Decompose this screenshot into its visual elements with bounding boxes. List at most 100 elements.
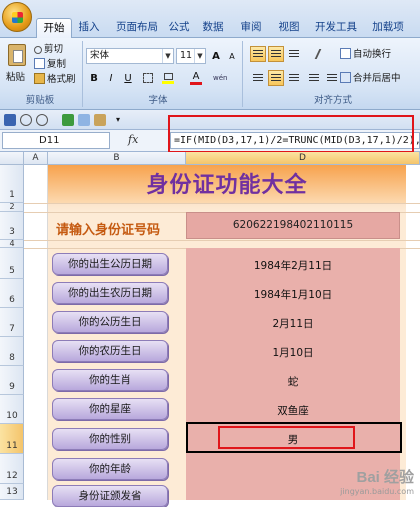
phonetic-button[interactable]: wén <box>212 70 228 86</box>
row-header[interactable]: 13 <box>0 484 24 500</box>
label-age[interactable]: 你的年龄 <box>52 458 168 480</box>
border-icon <box>143 73 153 83</box>
cut-label: 剪切 <box>44 44 64 55</box>
align-center-button[interactable] <box>268 70 284 86</box>
paste-button[interactable]: 粘贴 <box>4 42 30 94</box>
shrink-font-button[interactable]: A <box>224 48 240 64</box>
undo-icon[interactable] <box>20 114 32 126</box>
clipboard-group-label: 剪贴板 <box>25 95 55 106</box>
value-lunar-birthday[interactable]: 1月10日 <box>186 345 400 360</box>
cut-button[interactable]: 剪切 <box>34 42 63 57</box>
align-middle-button[interactable] <box>268 46 284 62</box>
row-header[interactable]: 11 <box>0 424 24 454</box>
font-size-value: 11 <box>180 50 193 61</box>
align-right-icon <box>289 74 299 83</box>
font-name-value: 宋体 <box>90 50 110 61</box>
tab-developer[interactable]: 开发工具 <box>310 18 362 38</box>
align-bottom-button[interactable] <box>286 46 302 62</box>
align-top-button[interactable] <box>250 46 266 62</box>
ribbon: 粘贴 剪切 复制 格式刷 剪贴板 宋体 ▼ 11 ▼ A A B I U A w… <box>0 38 420 110</box>
select-all-corner[interactable] <box>0 152 24 165</box>
label-solar-birth-date[interactable]: 你的出生公历日期 <box>52 253 168 275</box>
row-header[interactable]: 4 <box>0 239 24 248</box>
tab-data[interactable]: 数据 <box>200 18 226 38</box>
orientation-button[interactable] <box>306 46 322 62</box>
column-header-d[interactable]: D <box>186 152 420 165</box>
align-middle-icon <box>271 50 281 59</box>
group-divider <box>242 41 243 107</box>
italic-button[interactable]: I <box>103 70 119 86</box>
row-header[interactable]: 5 <box>0 248 24 279</box>
tab-review[interactable]: 审阅 <box>238 18 264 38</box>
alignment-group-label: 对齐方式 <box>313 95 352 106</box>
font-size-select[interactable]: 11 ▼ <box>176 48 206 64</box>
value-solar-birth-date[interactable]: 1984年2月11日 <box>186 258 400 273</box>
value-star-sign[interactable]: 双鱼座 <box>186 403 400 418</box>
row-header[interactable]: 10 <box>0 395 24 424</box>
row-header[interactable]: 12 <box>0 454 24 484</box>
name-box[interactable]: D11 <box>2 132 110 149</box>
row-header[interactable]: 6 <box>0 279 24 308</box>
table-icon[interactable] <box>78 114 90 126</box>
grow-font-button[interactable]: A <box>208 48 224 64</box>
column-header-b[interactable]: B <box>48 152 186 165</box>
format-painter-button[interactable]: 格式刷 <box>34 72 76 87</box>
tab-page-layout[interactable]: 页面布局 <box>110 18 164 38</box>
column-header-a[interactable]: A <box>24 152 48 165</box>
wrap-text-button[interactable]: 自动换行 <box>340 47 391 62</box>
label-star-sign[interactable]: 你的星座 <box>52 398 168 420</box>
watermark: Bai 经验 jingyan.baidu.com <box>340 466 414 496</box>
paste-icon[interactable] <box>94 114 106 126</box>
office-button[interactable] <box>2 2 32 32</box>
underline-button[interactable]: U <box>120 70 136 86</box>
redo-icon[interactable] <box>36 114 48 126</box>
label-lunar-birthday[interactable]: 你的农历生日 <box>52 340 168 362</box>
fill-color-button[interactable] <box>160 70 176 86</box>
value-lunar-birth-date[interactable]: 1984年1月10日 <box>186 287 400 302</box>
insert-function-icon[interactable]: fx <box>128 133 138 146</box>
decrease-indent-button[interactable] <box>306 70 322 86</box>
label-gender[interactable]: 你的性别 <box>52 428 168 450</box>
row-header[interactable]: 7 <box>0 308 24 337</box>
tab-home[interactable]: 开始 <box>36 18 72 39</box>
label-issuing-province[interactable]: 身份证颁发省 <box>52 485 168 507</box>
formula-highlight-box <box>168 115 414 153</box>
align-left-icon <box>253 74 263 83</box>
label-zodiac-animal[interactable]: 你的生肖 <box>52 369 168 391</box>
excel-icon[interactable] <box>62 114 74 126</box>
text-angle-icon <box>306 49 322 59</box>
merge-center-button[interactable]: 合并后居中 <box>340 71 401 86</box>
tab-formulas[interactable]: 公式 <box>166 18 192 38</box>
brush-icon <box>34 73 45 84</box>
merge-center-label: 合并后居中 <box>353 73 401 84</box>
tab-addins[interactable]: 加载项 <box>368 18 408 38</box>
value-solar-birthday[interactable]: 2月11日 <box>186 316 400 331</box>
bold-button[interactable]: B <box>86 70 102 86</box>
gender-highlight-box <box>218 426 355 449</box>
column-a-cells[interactable] <box>24 165 48 500</box>
row-header[interactable]: 8 <box>0 337 24 366</box>
label-lunar-birth-date[interactable]: 你的出生农历日期 <box>52 282 168 304</box>
save-icon[interactable] <box>4 114 16 126</box>
row-header[interactable]: 9 <box>0 366 24 395</box>
label-solar-birthday[interactable]: 你的公历生日 <box>52 311 168 333</box>
value-zodiac-animal[interactable]: 蛇 <box>186 374 400 389</box>
align-left-button[interactable] <box>250 70 266 86</box>
row-header[interactable]: 2 <box>0 202 24 212</box>
id-prompt-label: 请输入身份证号码 <box>56 223 161 238</box>
border-button[interactable] <box>140 70 156 86</box>
gridline <box>24 203 420 204</box>
row-header[interactable]: 3 <box>0 212 24 240</box>
font-color-button[interactable]: A <box>188 70 204 86</box>
font-name-select[interactable]: 宋体 ▼ <box>86 48 174 64</box>
row-header[interactable]: 1 <box>0 165 24 203</box>
increase-indent-button[interactable] <box>324 70 340 86</box>
id-number-input[interactable]: 620622198402110115 <box>186 212 400 239</box>
ribbon-tab-bar: 开始 插入 页面布局 公式 数据 审阅 视图 开发工具 加载项 <box>0 0 420 39</box>
chevron-down-icon[interactable]: ▾ <box>112 114 124 126</box>
tab-insert[interactable]: 插入 <box>76 18 102 38</box>
copy-button[interactable]: 复制 <box>34 57 66 72</box>
merge-cells-icon <box>340 72 351 83</box>
tab-view[interactable]: 视图 <box>276 18 302 38</box>
align-right-button[interactable] <box>286 70 302 86</box>
